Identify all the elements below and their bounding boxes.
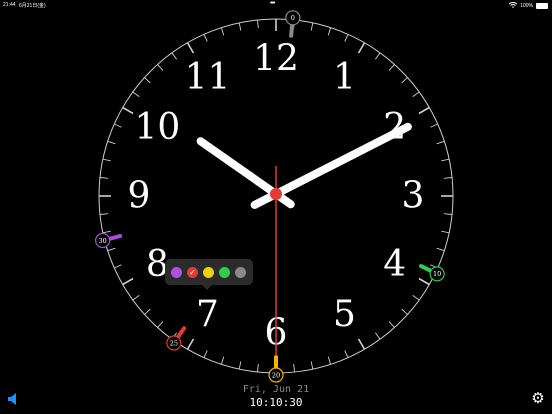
date-text: Fri, Jun 21 [242, 384, 310, 395]
checkmark-icon: ✓ [189, 268, 196, 277]
minute-tick [293, 364, 295, 373]
analog-clock[interactable]: 12 1 2 3 4 5 6 7 8 9 10 11 010202530 [0, 0, 552, 414]
minute-tick [220, 356, 225, 365]
marker-stub [289, 22, 295, 38]
swatch-yellow[interactable] [203, 267, 214, 278]
marker-stub [175, 326, 187, 340]
gear-icon[interactable]: ⚙ [530, 391, 546, 407]
minute-tick [132, 91, 140, 98]
swatch-red[interactable]: ✓ [187, 267, 198, 278]
minute-tick [186, 42, 195, 54]
minute-tick [157, 321, 164, 328]
minute-tick [122, 106, 134, 115]
minute-tick [203, 350, 208, 358]
minute-tick [114, 123, 122, 128]
minute-tick [401, 308, 408, 315]
minute-tick [132, 294, 140, 301]
marker-label: 30 [98, 237, 106, 245]
marker-stub [107, 234, 123, 241]
numeral-5: 5 [333, 294, 356, 335]
minute-tick [401, 77, 408, 84]
minute-tick [99, 213, 108, 215]
numeral-3: 3 [402, 176, 425, 217]
minute-tick [436, 140, 445, 145]
timer-marker-20[interactable]: 20 [268, 355, 284, 383]
minute-tick [388, 64, 395, 71]
swatch-purple[interactable] [171, 267, 182, 278]
minute-tick [412, 294, 420, 301]
marker-label: 20 [272, 371, 280, 379]
minute-tick [257, 19, 259, 28]
minute-tick [238, 22, 242, 31]
minute-tick [344, 34, 349, 42]
numeral-9: 9 [128, 176, 151, 217]
swatch-green[interactable] [219, 267, 230, 278]
minute-tick [186, 338, 195, 350]
minute-tick [144, 308, 151, 315]
clock-hands [196, 122, 412, 356]
minute-tick [327, 356, 332, 365]
marker-stub [418, 264, 433, 273]
minute-tick [157, 64, 164, 71]
minute-tick [441, 230, 450, 234]
minute-tick [171, 52, 178, 60]
marker-label: 0 [291, 14, 295, 22]
minute-tick [357, 42, 366, 54]
minute-tick [418, 277, 430, 286]
color-picker-popover: ✓ [165, 259, 253, 290]
minute-tick [430, 123, 438, 128]
minute-tick [122, 277, 134, 286]
numeral-11: 11 [185, 57, 231, 98]
swatch-gray[interactable] [235, 267, 246, 278]
minute-tick [344, 350, 349, 358]
numeral-10: 10 [134, 107, 180, 148]
minute-tick [203, 34, 208, 42]
marker-label: 10 [433, 270, 441, 278]
marker-label: 25 [170, 339, 178, 347]
minute-tick [107, 247, 116, 252]
center-cap [270, 188, 282, 200]
minute-tick [444, 213, 453, 215]
numeral-7: 7 [196, 294, 219, 335]
minute-tick [99, 177, 108, 179]
numeral-1: 1 [333, 57, 356, 98]
minute-tick [374, 332, 381, 340]
numeral-12: 12 [253, 39, 299, 80]
minute-tick [102, 158, 111, 162]
timer-marker-10[interactable]: 10 [418, 264, 445, 282]
minute-tick [444, 177, 453, 179]
timer-marker-25[interactable]: 25 [166, 326, 187, 351]
timer-marker-0[interactable]: 0 [285, 10, 301, 38]
minute-tick [436, 247, 445, 252]
minute-tick [374, 52, 381, 60]
minute-tick [327, 27, 332, 36]
digital-time: 10:10:30 [249, 396, 303, 409]
timer-marker-30[interactable]: 30 [95, 232, 123, 249]
numeral-4: 4 [383, 244, 406, 285]
minute-tick [238, 361, 242, 370]
minute-tick [220, 27, 225, 36]
minute-tick [412, 91, 420, 98]
minute-tick [441, 158, 450, 162]
minute-tick [310, 22, 314, 31]
minute-tick [357, 338, 366, 350]
minute-tick [114, 264, 122, 269]
minute-tick [310, 361, 314, 370]
minute-tick [257, 364, 259, 373]
minute-tick [107, 140, 116, 145]
minute-tick [102, 230, 111, 234]
minute-tick [388, 321, 395, 328]
minute-tick [144, 77, 151, 84]
minute-tick [418, 106, 430, 115]
speaker-icon[interactable] [8, 393, 18, 405]
